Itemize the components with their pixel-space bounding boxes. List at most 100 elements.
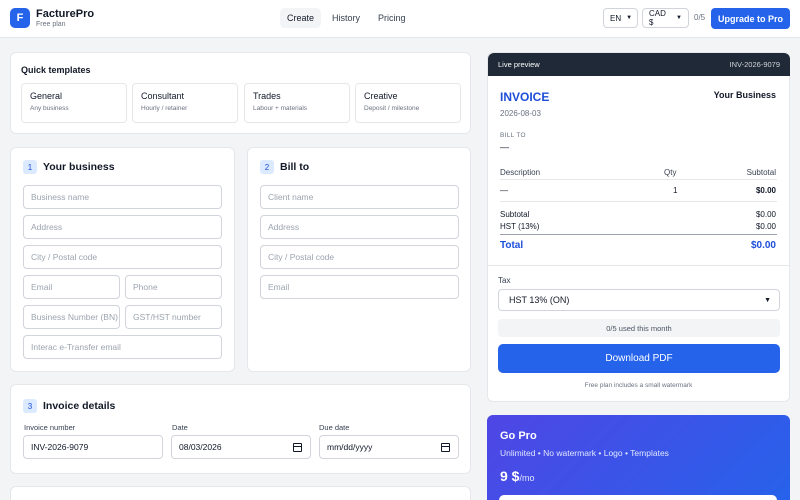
- client-address-input[interactable]: Address: [260, 215, 459, 239]
- subtotal-value: $0.00: [755, 210, 776, 219]
- tax-select-value: HST 13% (ON): [509, 295, 570, 305]
- go-pro-title: Go Pro: [500, 430, 537, 442]
- next-section-card: [10, 486, 471, 500]
- plan-label: Free plan: [36, 21, 66, 28]
- invoice-details-title: Invoice details: [43, 400, 116, 412]
- business-title: Your business: [43, 161, 115, 173]
- preview-bar: Live preview INV-2026-9079: [488, 53, 790, 76]
- calendar-icon[interactable]: [293, 443, 302, 452]
- invoice-number-input[interactable]: INV-2026-9079: [23, 435, 163, 459]
- due-date-input[interactable]: mm/dd/yyyy: [319, 435, 459, 459]
- tax-select[interactable]: HST 13% (ON) ▼: [498, 289, 780, 311]
- go-pro-button[interactable]: [499, 495, 777, 500]
- main-nav: Create History Pricing: [280, 8, 413, 28]
- step-badge: 1: [23, 160, 37, 174]
- template-sub: Labour + materials: [253, 105, 308, 112]
- date-input[interactable]: 08/03/2026: [171, 435, 311, 459]
- chevron-down-icon: ▼: [626, 15, 633, 21]
- business-phone-input[interactable]: Phone: [125, 275, 222, 299]
- template-name: Trades: [253, 91, 281, 101]
- client-name-input[interactable]: Client name: [260, 185, 459, 209]
- preview-label: Live preview: [498, 60, 540, 69]
- subtotal-label: Subtotal: [500, 210, 530, 219]
- bill-to-heading: 2 Bill to: [260, 160, 309, 174]
- template-general[interactable]: General Any business: [21, 83, 127, 123]
- invoice-details-card: 3 Invoice details Invoice number INV-202…: [10, 384, 471, 474]
- total-value: $0.00: [750, 240, 776, 251]
- client-email-input[interactable]: Email: [260, 275, 459, 299]
- price-amount: 9 $: [500, 468, 520, 484]
- business-card: 1 Your business Business name Address Ci…: [10, 147, 235, 372]
- interac-email-input[interactable]: Interac e-Transfer email: [23, 335, 222, 359]
- nav-pricing[interactable]: Pricing: [371, 8, 413, 28]
- watermark-note: Free plan includes a small watermark: [584, 382, 693, 389]
- upgrade-button[interactable]: Upgrade to Pro: [711, 8, 790, 29]
- due-date-placeholder: mm/dd/yyyy: [327, 442, 373, 452]
- total-divider: [500, 234, 777, 235]
- row-description: —: [500, 186, 508, 195]
- row-subtotal: $0.00: [755, 186, 776, 195]
- preview-date: 2026-08-03: [500, 109, 541, 118]
- currency-select[interactable]: CAD $ ▼: [642, 8, 689, 28]
- business-heading: 1 Your business: [23, 160, 115, 174]
- template-creative[interactable]: Creative Deposit / milestone: [355, 83, 461, 123]
- template-consultant[interactable]: Consultant Hourly / retainer: [132, 83, 238, 123]
- preview-bill-to-value: —: [500, 142, 509, 152]
- calendar-icon[interactable]: [441, 443, 450, 452]
- due-date-label: Due date: [319, 423, 350, 432]
- preview-invoice-number: INV-2026-9079: [729, 60, 780, 69]
- tax-field-label: Tax: [498, 276, 511, 285]
- template-name: Consultant: [141, 91, 185, 101]
- business-number-input[interactable]: Business Number (BN): [23, 305, 120, 329]
- col-subtotal: Subtotal: [746, 168, 776, 177]
- gst-hst-input[interactable]: GST/HST number: [125, 305, 222, 329]
- col-description: Description: [500, 168, 541, 177]
- template-sub: Hourly / retainer: [141, 105, 188, 112]
- preview-bill-to-label: BILL TO: [500, 132, 526, 139]
- preview-business-name: Your Business: [713, 90, 776, 100]
- tax-label: HST (13%): [500, 222, 540, 231]
- download-pdf-button[interactable]: Download PDF: [498, 344, 780, 373]
- date-value: 08/03/2026: [179, 442, 222, 452]
- nav-create[interactable]: Create: [280, 8, 322, 28]
- usage-status: 0/5 used this month: [498, 319, 780, 337]
- bill-to-card: 2 Bill to Client name Address City / Pos…: [247, 147, 471, 372]
- go-pro-features: Unlimited • No watermark • Logo • Templa…: [500, 448, 669, 458]
- nav-history[interactable]: History: [325, 8, 367, 28]
- price-period: /mo: [519, 473, 535, 483]
- section-divider: [488, 265, 789, 266]
- business-city-input[interactable]: City / Postal code: [23, 245, 222, 269]
- template-name: Creative: [364, 91, 398, 101]
- usage-counter: 0/5: [694, 13, 706, 22]
- live-preview-card: Live preview INV-2026-9079 INVOICE Your …: [487, 52, 790, 402]
- tax-value: $0.00: [755, 222, 776, 231]
- business-address-input[interactable]: Address: [23, 215, 222, 239]
- go-pro-price: 9 $/mo: [500, 468, 534, 486]
- business-email-input[interactable]: Email: [23, 275, 120, 299]
- currency-value: CAD $: [649, 9, 666, 27]
- step-badge: 3: [23, 399, 37, 413]
- quick-templates-title: Quick templates: [21, 65, 91, 75]
- app-logo[interactable]: F: [10, 8, 30, 28]
- business-name-input[interactable]: Business name: [23, 185, 222, 209]
- col-qty: Qty: [664, 168, 677, 177]
- client-city-input[interactable]: City / Postal code: [260, 245, 459, 269]
- app-header: F FacturePro Free plan Create History Pr…: [0, 0, 800, 38]
- date-label: Date: [172, 423, 188, 432]
- go-pro-card: Go Pro Unlimited • No watermark • Logo •…: [487, 415, 790, 500]
- template-sub: Deposit / milestone: [364, 105, 420, 112]
- table-divider: [500, 201, 777, 202]
- chevron-down-icon: ▼: [764, 296, 771, 304]
- table-divider: [500, 179, 777, 180]
- template-trades[interactable]: Trades Labour + materials: [244, 83, 350, 123]
- invoice-details-heading: 3 Invoice details: [23, 399, 115, 413]
- template-name: General: [30, 91, 63, 101]
- quick-templates-card: Quick templates General Any business Con…: [10, 52, 471, 134]
- brand-name: FacturePro: [36, 8, 95, 20]
- language-value: EN: [610, 13, 622, 23]
- step-badge: 2: [260, 160, 274, 174]
- language-select[interactable]: EN ▼: [603, 8, 638, 28]
- total-label: Total: [500, 240, 524, 251]
- chevron-down-icon: ▼: [676, 15, 682, 21]
- template-sub: Any business: [30, 105, 69, 112]
